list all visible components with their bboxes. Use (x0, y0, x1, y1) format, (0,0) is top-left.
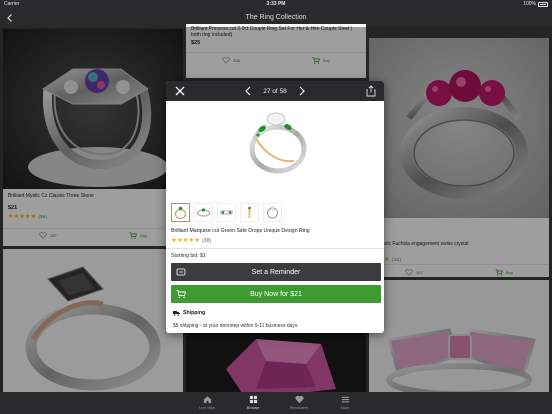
thumbnail[interactable] (240, 203, 259, 222)
tab-more[interactable]: More (331, 392, 359, 414)
thumbnail[interactable] (171, 203, 190, 222)
close-icon[interactable] (175, 86, 185, 96)
truck-icon (173, 311, 180, 316)
buy-now-button[interactable]: Buy Now for $21 (171, 285, 381, 303)
ring-thumbnail-icon (220, 210, 233, 215)
tab-bar: Live Now Browse Reminders More (0, 392, 552, 414)
buy-now-label: Buy Now for $21 (250, 290, 302, 298)
ring-thumbnail-icon (266, 206, 279, 219)
pager: 27 of 58 (244, 81, 306, 101)
product-title: Brilliant Marquise cut Green Side Drops … (171, 228, 310, 234)
shipping-heading: Shipping (173, 310, 205, 316)
battery-indicator: 100% (523, 0, 548, 9)
app-root: Carrier 3:33 PM 100% The Ring Collection (0, 0, 552, 414)
divider (166, 248, 384, 249)
heart-icon (294, 395, 304, 404)
ring-thumbnail-icon (174, 206, 187, 220)
cart-icon (176, 290, 186, 299)
rating-count: (38) (202, 238, 212, 244)
previous-arrow-icon[interactable] (244, 86, 252, 96)
set-reminder-button[interactable]: Set a Reminder (171, 263, 381, 281)
next-arrow-icon[interactable] (298, 86, 306, 96)
set-reminder-label: Set a Reminder (251, 268, 301, 276)
starting-bid: Starting bid: $1 (171, 253, 206, 259)
menu-icon (341, 396, 349, 403)
battery-icon (538, 2, 548, 7)
rating-stars: ★★★★★ (171, 237, 201, 244)
modal-header: 27 of 58 (166, 81, 384, 101)
thumbnail[interactable] (263, 203, 282, 222)
shipping-title: Shipping (183, 310, 206, 316)
status-bar: Carrier 3:33 PM 100% (0, 0, 552, 9)
battery-percent: 100% (523, 1, 536, 7)
reminder-icon (176, 268, 186, 276)
tab-label: Live Now (199, 406, 215, 410)
product-main-image (249, 112, 307, 174)
pager-label: 27 of 58 (263, 87, 287, 95)
tab-reminders[interactable]: Reminders (285, 392, 313, 414)
home-icon (203, 396, 211, 404)
tab-label: Reminders (289, 406, 309, 410)
tab-label: More (340, 406, 350, 410)
tab-live-now[interactable]: Live Now (193, 392, 221, 414)
ring-thumbnail-icon (248, 206, 251, 218)
share-icon[interactable] (366, 85, 376, 97)
thumbnail[interactable] (194, 203, 213, 222)
tab-browse[interactable]: Browse (239, 392, 267, 414)
tab-label: Browse (246, 406, 260, 410)
ring-thumbnail-icon (196, 208, 211, 217)
grid-icon (249, 395, 257, 404)
shipping-text: $5 shipping - at your doorstep within 9-… (173, 323, 299, 329)
thumbnail-strip (171, 203, 282, 222)
product-detail-modal: 27 of 58 Brilliant Marquise cut Green Si… (166, 81, 384, 333)
status-time: 3:33 PM (266, 1, 286, 7)
thumbnail[interactable] (217, 203, 236, 222)
product-rating: ★★★★★ (38) (171, 236, 211, 244)
